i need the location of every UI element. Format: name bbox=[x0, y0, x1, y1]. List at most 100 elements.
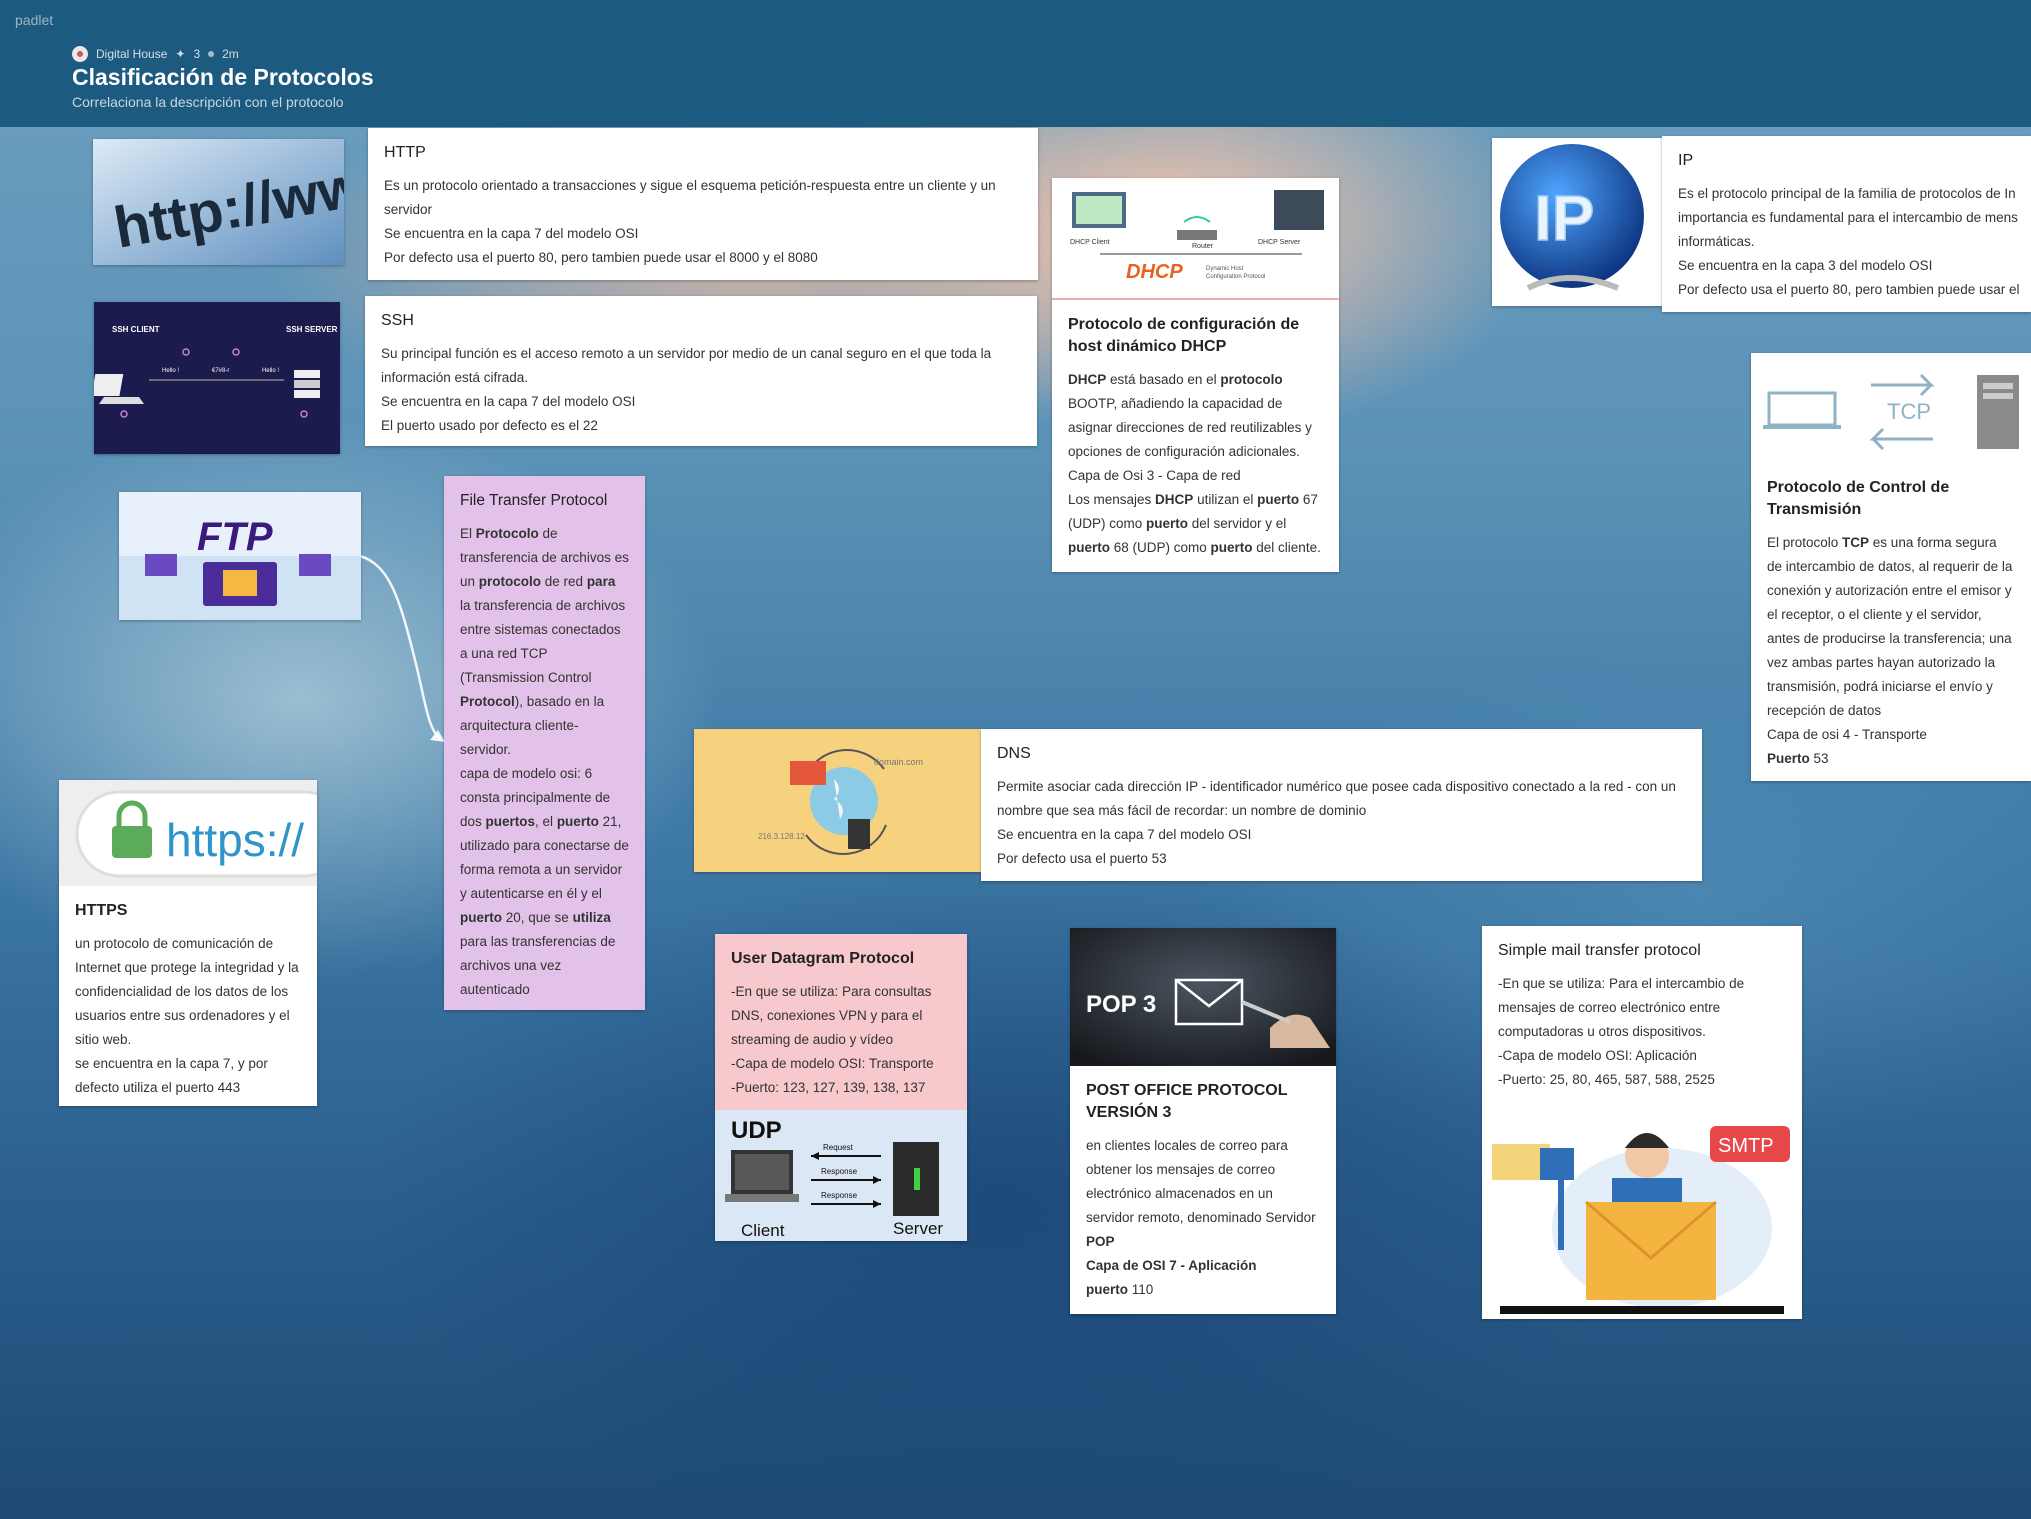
https-image[interactable]: https:// bbox=[59, 780, 317, 886]
post-text: Protocol bbox=[460, 694, 515, 709]
post-line: Por defecto usa el puerto 53 bbox=[997, 851, 1167, 866]
post-line: Su principal función es el acceso remoto… bbox=[381, 346, 992, 385]
post-ftp[interactable]: File Transfer Protocol El Protocolo de t… bbox=[444, 476, 645, 1010]
post-line: -En que se utiliza: Para el intercambio … bbox=[1498, 976, 1745, 1039]
post-text: utilizan el bbox=[1193, 492, 1258, 507]
post-title: User Datagram Protocol bbox=[731, 950, 915, 967]
post-line: se encuentra en la capa 7, y por defecto… bbox=[75, 1056, 268, 1095]
svg-text:POP 3: POP 3 bbox=[1086, 991, 1156, 1018]
svg-text:DHCP Server: DHCP Server bbox=[1258, 239, 1301, 246]
post-dhcp[interactable]: DHCP Client Router DHCP Server DHCP Dyna… bbox=[1052, 178, 1339, 572]
post-line: -Puerto: 123, 127, 139, 138, 137 bbox=[731, 1080, 926, 1095]
post-pop3[interactable]: POP 3 POST OFFICE PROTOCOL VERSIÓN 3 en … bbox=[1070, 928, 1336, 1314]
post-line: Es un protocolo orientado a transaccione… bbox=[384, 178, 996, 217]
post-title: Protocolo de Control de Transmisión bbox=[1767, 479, 1950, 518]
post-line: Es el protocolo principal de la familia … bbox=[1678, 186, 2016, 201]
post-text: TCP bbox=[1842, 535, 1870, 550]
post-text: BOOTP, añadiendo la capacidad de asignar… bbox=[1068, 396, 1312, 459]
post-text: del cliente. bbox=[1252, 540, 1321, 555]
svg-text:SSH SERVER: SSH SERVER bbox=[286, 325, 338, 334]
post-text: 53 bbox=[1809, 751, 1829, 766]
svg-text:SSH CLIENT: SSH CLIENT bbox=[112, 325, 160, 334]
post-title: File Transfer Protocol bbox=[460, 492, 608, 509]
post-line: -Capa de modelo OSI: Aplicación bbox=[1498, 1048, 1697, 1063]
post-text: 20, que se bbox=[502, 910, 573, 925]
post-text: puerto bbox=[460, 910, 502, 925]
post-ssh[interactable]: SSH Su principal función es el acceso re… bbox=[365, 296, 1037, 446]
post-line: importancia es fundamental para el inter… bbox=[1678, 210, 2018, 225]
post-text: del servidor y el bbox=[1188, 516, 1287, 531]
post-text: utiliza bbox=[572, 910, 611, 925]
svg-text:Dynamic Host: Dynamic Host bbox=[1206, 266, 1244, 272]
post-text: la transferencia de archivos entre siste… bbox=[460, 598, 626, 685]
post-title: DNS bbox=[997, 745, 1031, 762]
pop3-image[interactable]: POP 3 bbox=[1070, 928, 1336, 1066]
svg-text:IP: IP bbox=[1534, 182, 1594, 254]
post-text: Capa de OSI 7 - Aplicación bbox=[1086, 1258, 1257, 1273]
post-text: Protocolo bbox=[475, 526, 539, 541]
post-text: capa de modelo osi: 6 bbox=[460, 766, 593, 781]
post-title: Simple mail transfer protocol bbox=[1498, 942, 1701, 959]
tcp-image[interactable]: TCP bbox=[1751, 353, 2031, 463]
post-line: -Puerto: 25, 80, 465, 587, 588, 2525 bbox=[1498, 1072, 1715, 1087]
post-text: Puerto bbox=[1767, 751, 1810, 766]
dhcp-image[interactable]: DHCP Client Router DHCP Server DHCP Dyna… bbox=[1052, 178, 1339, 300]
post-text: puerto bbox=[556, 814, 599, 829]
post-dns[interactable]: DNS Permite asociar cada dirección IP - … bbox=[981, 729, 1702, 881]
http-image[interactable]: http://ww bbox=[93, 139, 344, 265]
post-text: El protocolo bbox=[1767, 535, 1843, 550]
svg-text:https://: https:// bbox=[166, 814, 304, 866]
post-text: protocolo bbox=[478, 574, 542, 589]
post-line: informáticas. bbox=[1678, 234, 1755, 249]
post-line: Se encuentra en la capa 7 del modelo OSI bbox=[997, 827, 1252, 842]
post-line: Se encuentra en la capa 7 del modelo OSI bbox=[384, 226, 639, 241]
post-line: -En que se utiliza: Para consultas DNS, … bbox=[731, 984, 932, 1047]
post-text: Capa de osi 4 - Transporte bbox=[1767, 727, 1927, 742]
post-text: Los mensajes bbox=[1068, 492, 1156, 507]
post-text: puerto bbox=[1257, 492, 1300, 507]
post-title: HTTPS bbox=[75, 902, 128, 919]
svg-text:Hello !: Hello ! bbox=[262, 368, 279, 374]
svg-text:FTP: FTP bbox=[197, 515, 273, 559]
svg-text:Hello !: Hello ! bbox=[162, 368, 179, 374]
post-udp[interactable]: User Datagram Protocol -En que se utiliz… bbox=[715, 934, 967, 1241]
post-text: POP bbox=[1086, 1234, 1115, 1249]
post-text: 110 bbox=[1128, 1282, 1154, 1297]
post-text: 68 (UDP) como bbox=[1110, 540, 1211, 555]
post-http[interactable]: HTTP Es un protocolo orientado a transac… bbox=[368, 128, 1038, 280]
ssh-image[interactable]: SSH CLIENT SSH SERVER Hello ! €7#8-r Hel… bbox=[94, 302, 340, 454]
post-title: Protocolo de configuración de host dinám… bbox=[1068, 316, 1300, 355]
post-text: puertos bbox=[485, 814, 536, 829]
post-text: Capa de Osi 3 - Capa de red bbox=[1068, 468, 1241, 483]
svg-text:Response: Response bbox=[821, 1191, 858, 1200]
ftp-image[interactable]: FTP bbox=[119, 492, 361, 620]
post-https[interactable]: https:// HTTPS un protocolo de comunicac… bbox=[59, 780, 317, 1106]
post-ip[interactable]: IP Es el protocolo principal de la famil… bbox=[1662, 136, 2031, 312]
svg-text:UDP: UDP bbox=[731, 1117, 782, 1144]
smtp-image[interactable]: SMTP bbox=[1482, 1118, 1802, 1319]
post-text: DHCP bbox=[1068, 372, 1107, 387]
post-text: de red bbox=[541, 574, 587, 589]
post-tcp[interactable]: TCP Protocolo de Control de Transmisión … bbox=[1751, 353, 2031, 781]
post-text: DHCP bbox=[1155, 492, 1194, 507]
post-title: IP bbox=[1678, 152, 1694, 169]
svg-text:Client: Client bbox=[741, 1221, 785, 1240]
svg-text:Server: Server bbox=[893, 1219, 943, 1238]
post-text: puerto bbox=[1146, 516, 1189, 531]
post-text: El bbox=[460, 526, 476, 541]
post-line: Por defecto usa el puerto 80, pero tambi… bbox=[384, 250, 818, 265]
post-smtp[interactable]: Simple mail transfer protocol -En que se… bbox=[1482, 926, 1802, 1319]
dns-image[interactable]: domain.com 216.3.128.12 bbox=[694, 729, 982, 872]
post-text: está basado en el bbox=[1106, 372, 1221, 387]
post-text: , el bbox=[535, 814, 557, 829]
post-text: puerto bbox=[1068, 540, 1110, 555]
post-line: Se encuentra en la capa 3 del modelo OSI bbox=[1678, 258, 1933, 273]
post-title: POST OFFICE PROTOCOL VERSIÓN 3 bbox=[1086, 1082, 1288, 1121]
post-title: HTTP bbox=[384, 144, 426, 161]
svg-text:DHCP: DHCP bbox=[1126, 261, 1183, 283]
ip-image[interactable]: IP bbox=[1492, 138, 1662, 306]
svg-text:216.3.128.12: 216.3.128.12 bbox=[758, 832, 805, 841]
post-line: Se encuentra en la capa 7 del modelo OSI bbox=[381, 394, 636, 409]
udp-image[interactable]: UDP Request Response Response Client Ser… bbox=[715, 1110, 967, 1241]
post-line: Permite asociar cada dirección IP - iden… bbox=[997, 779, 1676, 818]
